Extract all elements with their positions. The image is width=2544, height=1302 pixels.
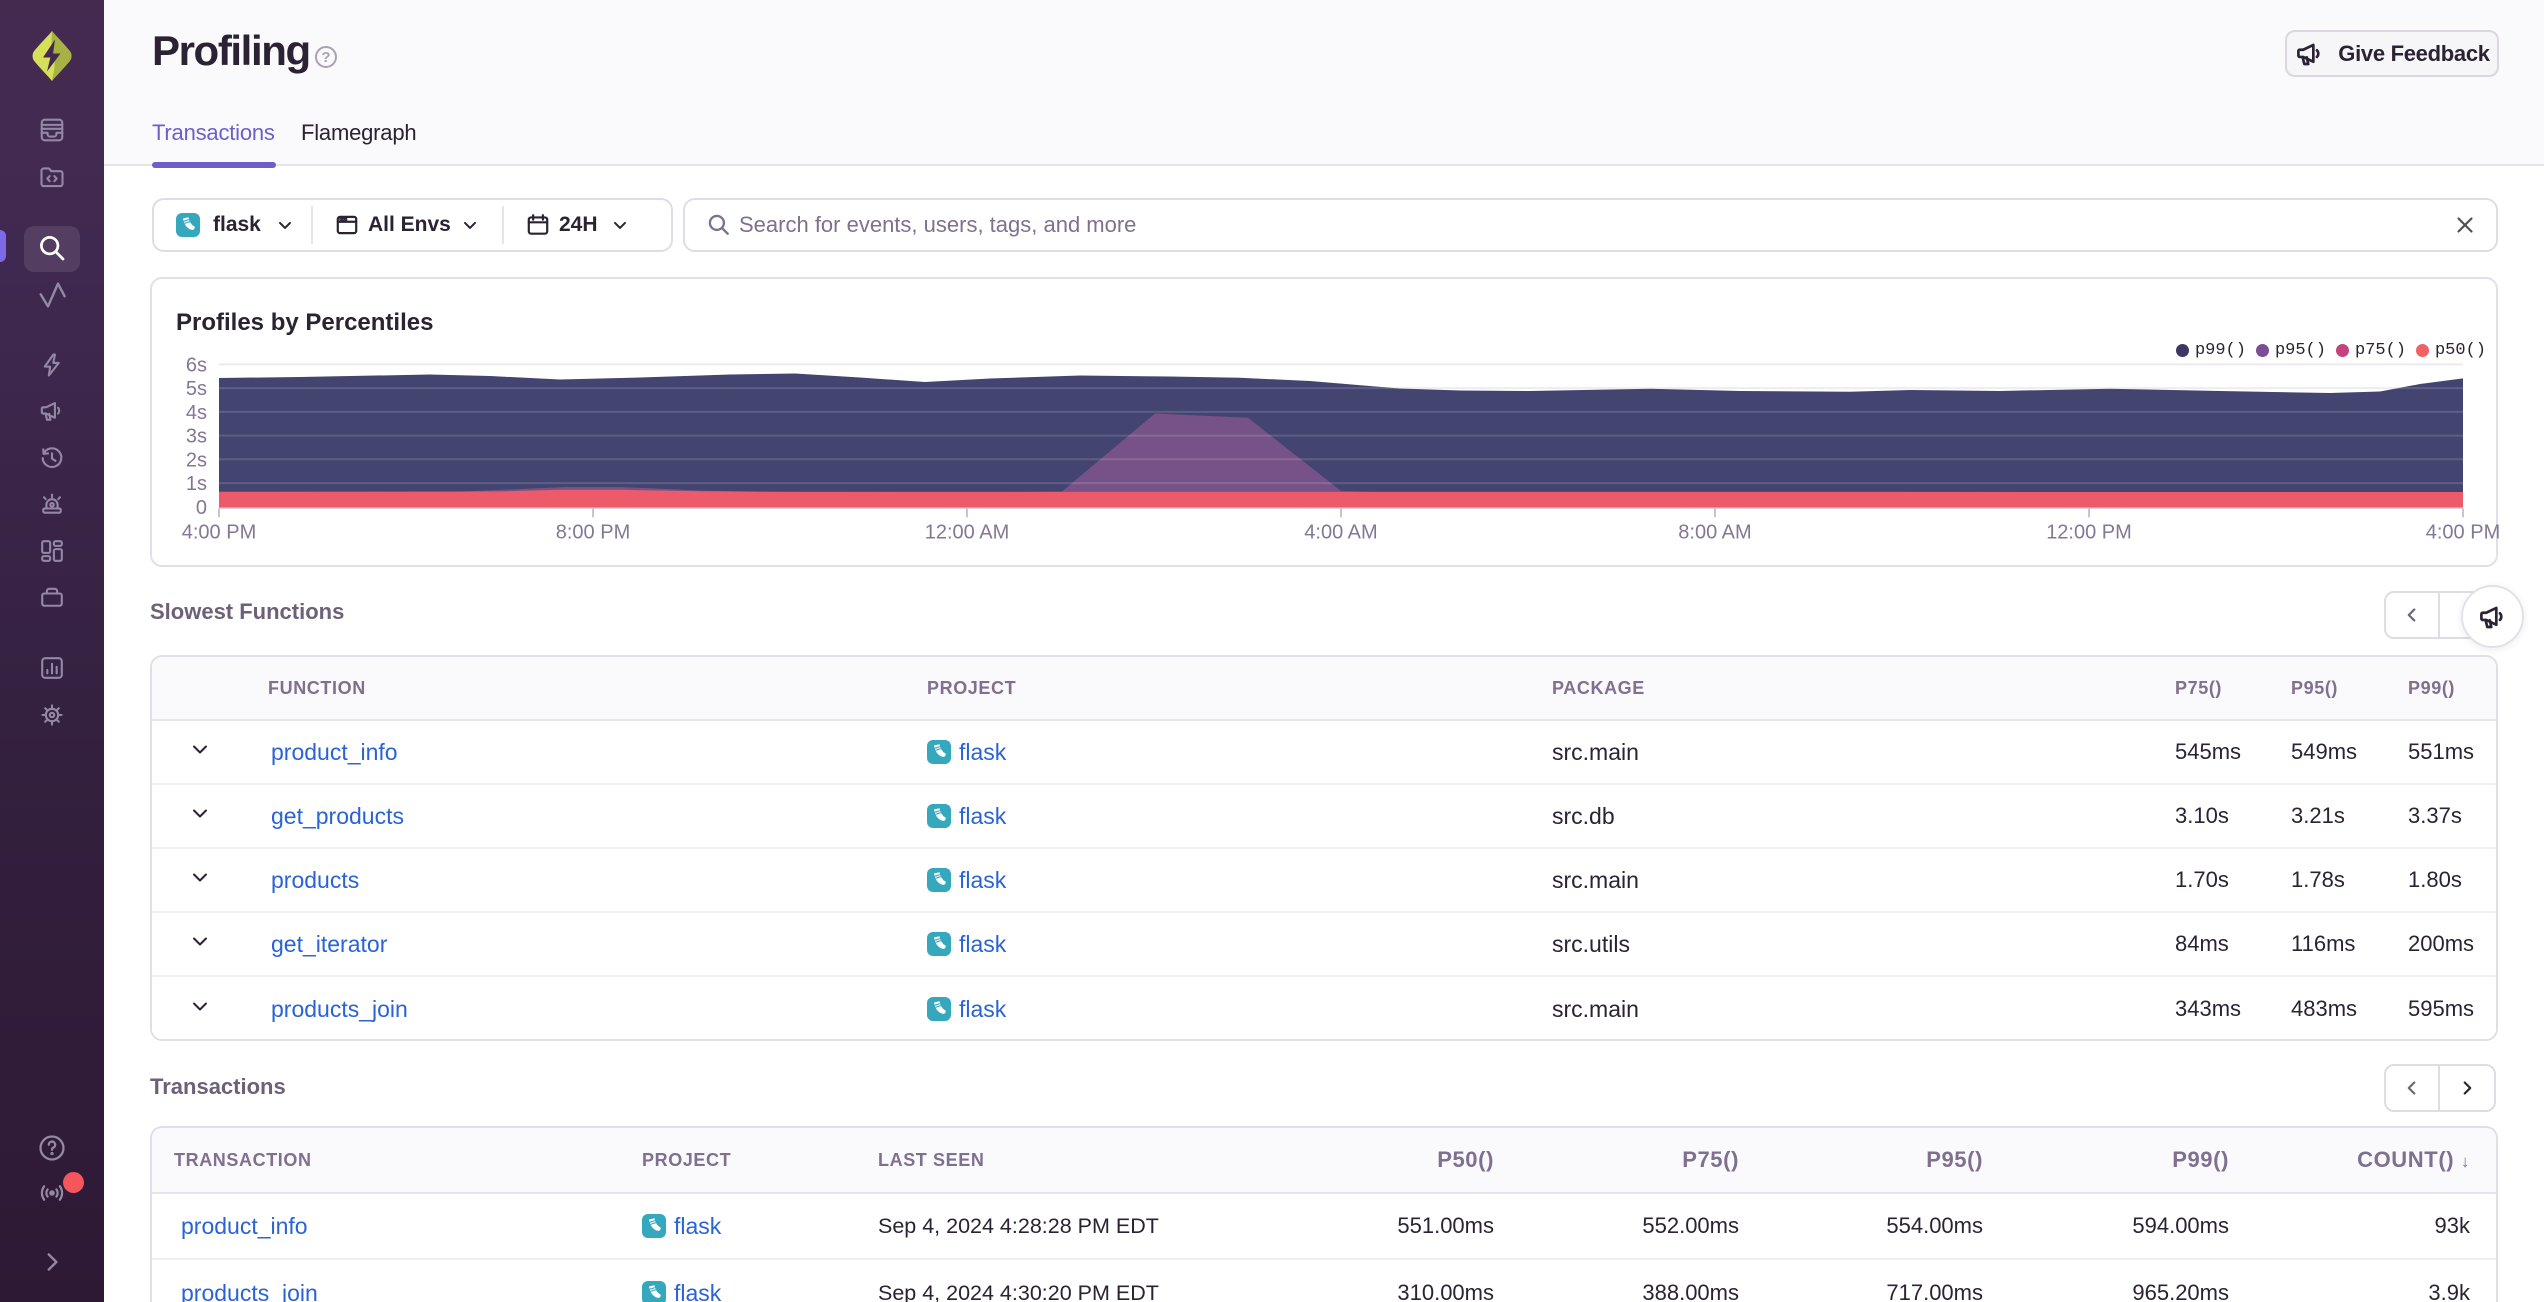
svg-text:4:00 PM: 4:00 PM [182,522,256,544]
svg-text:8:00 PM: 8:00 PM [556,522,630,544]
svg-text:8:00 AM: 8:00 AM [1678,522,1751,544]
svg-text:4s: 4s [186,402,207,424]
svg-text:3s: 3s [186,426,207,448]
svg-text:12:00 PM: 12:00 PM [2046,522,2132,544]
svg-text:12:00 AM: 12:00 AM [925,522,1010,544]
svg-text:5s: 5s [186,378,207,400]
svg-text:2s: 2s [186,449,207,471]
svg-text:1s: 1s [186,473,207,495]
svg-text:4:00 PM: 4:00 PM [2426,522,2500,544]
svg-text:0: 0 [196,497,207,519]
svg-text:4:00 AM: 4:00 AM [1304,522,1377,544]
svg-text:6s: 6s [186,354,207,376]
